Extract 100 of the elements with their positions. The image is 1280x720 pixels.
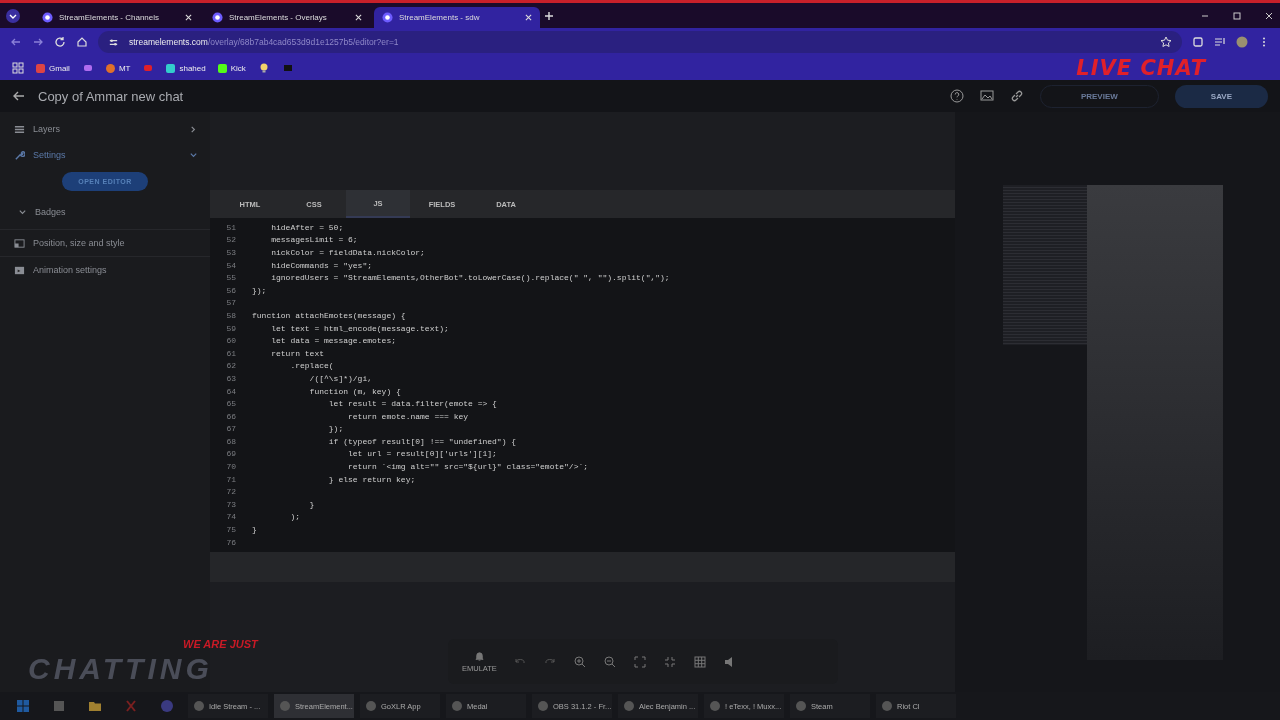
- line-number: 71: [225, 474, 237, 484]
- code-line: }: [308, 499, 315, 509]
- overlay-heading: LIVE CHAT: [1076, 56, 1206, 80]
- code-line: let data = message.emotes;: [270, 336, 397, 346]
- line-number: 66: [225, 411, 237, 421]
- restore-icon[interactable]: [1232, 10, 1242, 21]
- address-field[interactable]: streamelements.com/overlay/68b7ab4cad653d9d1e1257b5/editor?er=1: [98, 31, 1182, 53]
- code-line: function (m, key) {: [308, 386, 401, 396]
- forward-arrow-icon[interactable]: [32, 36, 44, 48]
- windows-icon[interactable]: [16, 699, 30, 713]
- bookmark-icon[interactable]: [81, 62, 94, 74]
- browser-tab[interactable]: StreamElements - sdw: [374, 7, 540, 28]
- line-number: 61: [225, 348, 237, 358]
- sidebar-section[interactable]: Settings: [0, 142, 210, 168]
- code-line: nickColor = fieldData.nickColor;: [270, 248, 425, 257]
- line-number: 65: [225, 399, 237, 409]
- close-icon[interactable]: [1264, 10, 1274, 21]
- code-line: return text: [270, 348, 324, 358]
- line-number: 72: [225, 487, 237, 497]
- bookmark-link[interactable]: MT: [105, 63, 131, 73]
- back-arrow-icon[interactable]: [12, 89, 26, 103]
- reload-icon[interactable]: [54, 36, 66, 48]
- code-line: return emote.name === key: [347, 411, 469, 421]
- window-icon[interactable]: [52, 699, 66, 713]
- code-line: );: [289, 512, 300, 522]
- back-arrow-icon[interactable]: [10, 36, 22, 48]
- close-icon[interactable]: [185, 14, 192, 21]
- bookmark-link[interactable]: shahed: [166, 63, 206, 73]
- line-number: 58: [225, 310, 237, 320]
- link-icon[interactable]: [1009, 89, 1024, 103]
- line-number: 70: [225, 462, 237, 472]
- line-number: 54: [225, 260, 237, 270]
- resize-icon: [14, 237, 25, 249]
- code-line: });: [252, 285, 267, 295]
- close-icon[interactable]: [355, 14, 362, 21]
- line-number: 53: [225, 248, 237, 257]
- line-number: 59: [225, 323, 237, 333]
- line-number: 69: [225, 449, 237, 459]
- browser-tab[interactable]: StreamElements - Channels: [34, 7, 200, 28]
- line-number: 52: [225, 235, 237, 245]
- line-number: 63: [225, 373, 237, 383]
- bookmark-icon[interactable]: [142, 62, 155, 74]
- extensions-icon[interactable]: [1192, 36, 1204, 48]
- code-editor[interactable]: [210, 218, 955, 552]
- film-icon: [14, 264, 25, 276]
- folder-icon[interactable]: [88, 699, 102, 713]
- sidebar-section[interactable]: Layers: [0, 116, 210, 142]
- line-number: 73: [225, 499, 237, 509]
- line-number: 55: [225, 273, 237, 283]
- chevron-icon: [189, 124, 198, 134]
- line-number: 60: [225, 336, 237, 346]
- site-settings-icon: [108, 36, 119, 48]
- bookmark-link[interactable]: Gmail: [36, 63, 70, 73]
- star-icon[interactable]: [1160, 36, 1172, 48]
- code-line: .replace(: [289, 361, 334, 371]
- line-number: 74: [225, 512, 237, 522]
- zoom-out-icon[interactable]: [602, 654, 617, 669]
- help-icon[interactable]: [949, 89, 964, 103]
- browser-tab[interactable]: StreamElements - Overlays: [204, 7, 370, 28]
- sidebar-group[interactable]: Badges: [0, 195, 210, 229]
- home-icon[interactable]: [76, 36, 88, 48]
- line-number: 68: [225, 436, 237, 446]
- code-line: hideCommands = "yes";: [270, 260, 373, 270]
- line-number: 64: [225, 386, 237, 396]
- line-number: 56: [225, 285, 237, 295]
- overlay-logo-text: CHATTING: [28, 651, 214, 687]
- tab-title: StreamElements - sdw: [399, 13, 481, 22]
- code-line: function attachEmotes(message) {: [252, 310, 406, 320]
- avatar-icon[interactable]: [1236, 36, 1248, 48]
- line-number: 51: [225, 222, 237, 232]
- code-line: let text = html_encode(message.text);: [270, 323, 449, 333]
- code-line: return `<img alt="" src="${url}" class="emote"/>`;: [347, 462, 589, 472]
- plus-icon[interactable]: [544, 10, 554, 21]
- globe-icon: [42, 12, 53, 23]
- sidebar-item[interactable]: Position, size and style: [0, 229, 210, 256]
- wrench-icon: [14, 149, 25, 161]
- sidebar-item[interactable]: Animation settings: [0, 256, 210, 283]
- chevron-icon: [18, 207, 27, 217]
- bookmark-link[interactable]: Kick: [217, 63, 246, 73]
- line-number: 75: [225, 525, 237, 535]
- bell-icon: [473, 650, 485, 662]
- media-icon[interactable]: [1214, 36, 1226, 48]
- tab-title: StreamElements - Overlays: [229, 13, 328, 22]
- code-line: messagesLimit = 6;: [270, 235, 358, 245]
- overlay-title: Copy of Ammar new chat: [38, 88, 184, 104]
- line-number: 76: [225, 537, 237, 547]
- zoom-in-icon[interactable]: [572, 654, 587, 669]
- save-button[interactable]: SAVE: [1174, 84, 1268, 108]
- code-line: hideAfter = 50;: [270, 222, 344, 232]
- close-icon[interactable]: [525, 14, 532, 21]
- code-line: if (typeof result[0] !== "undefined") {: [327, 436, 517, 446]
- grid-icon[interactable]: [692, 654, 707, 669]
- code-line: let result = data.filter(emote => {: [327, 399, 497, 409]
- layers-icon: [14, 123, 25, 135]
- code-line: } else return key;: [327, 474, 416, 484]
- dropdown-icon[interactable]: [6, 8, 20, 23]
- image-icon[interactable]: [979, 89, 994, 103]
- globe-icon: [382, 12, 393, 23]
- apps-grid-icon[interactable]: [12, 62, 24, 74]
- chevron-icon: [189, 150, 198, 160]
